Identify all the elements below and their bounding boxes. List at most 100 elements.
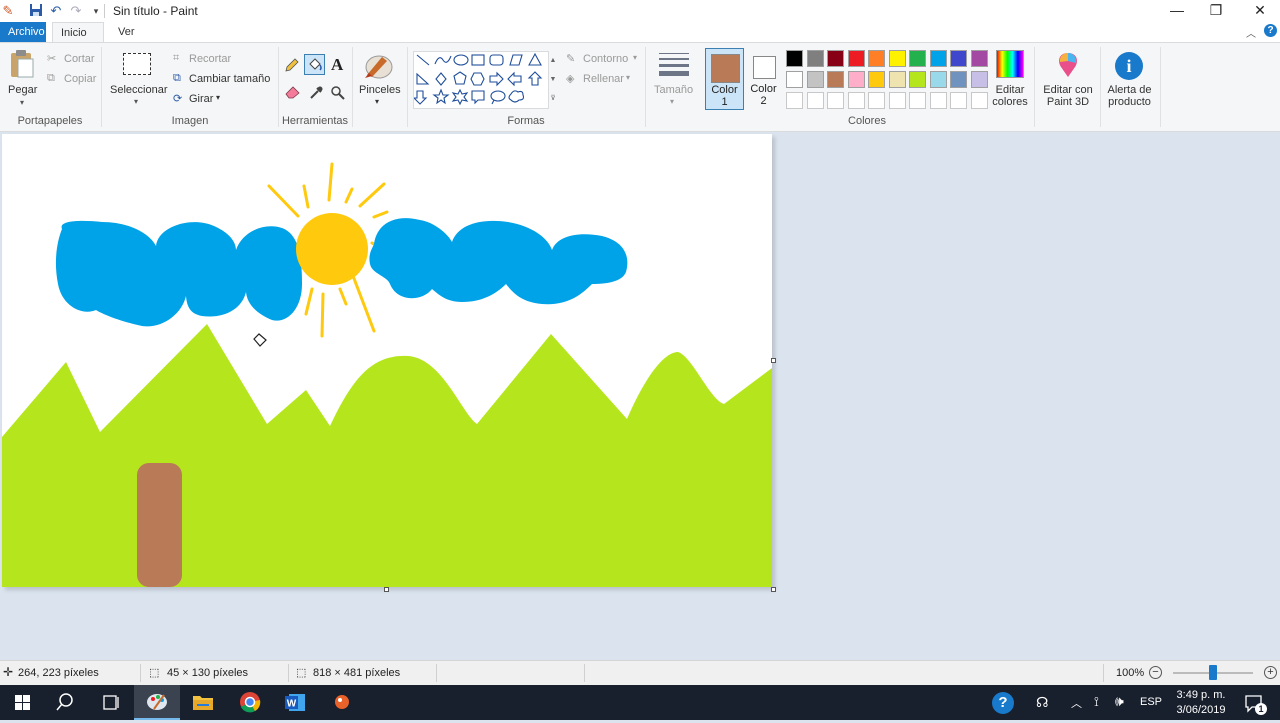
custom-color-slot[interactable] [847,92,865,109]
rotate-icon[interactable]: ⟳ [173,92,182,105]
taskbar-app-icon[interactable] [319,685,365,720]
edit-paint3d-button[interactable]: Editar con Paint 3D [1038,84,1098,108]
brushes-dropdown-icon[interactable]: ▾ [375,97,379,106]
save-icon[interactable] [28,3,44,19]
search-icon[interactable] [42,685,88,720]
palette-color-swatch[interactable] [806,50,824,67]
paste-dropdown-icon[interactable]: ▾ [20,98,24,107]
color1-button[interactable]: Color 1 [705,48,744,110]
rotate-button[interactable]: Girar [189,93,213,105]
brushes-button[interactable]: Pinceles [359,84,401,96]
size-dropdown-icon[interactable]: ▾ [670,97,674,106]
select-dropdown-icon[interactable]: ▾ [134,97,138,106]
outline-icon[interactable]: ✎ [566,52,575,65]
close-button[interactable]: ✕ [1238,0,1280,22]
info-icon[interactable]: i [1115,52,1143,80]
edit-colors-icon[interactable] [996,50,1024,78]
customize-quick-access-icon[interactable]: ▾ [88,3,104,19]
paint3d-icon[interactable] [1055,51,1081,82]
magnifier-icon[interactable] [330,85,345,103]
zoom-slider-thumb[interactable] [1209,665,1217,680]
select-button[interactable]: Seleccionar [110,84,167,96]
palette-color-swatch[interactable] [888,50,906,67]
shapes-scroll[interactable]: ▲ ▼ ⊽ [548,51,558,107]
resize-button[interactable]: Cambiar tamaño [189,73,270,85]
help-tray-icon[interactable]: ? [992,692,1014,714]
people-icon[interactable]: ☊ [1036,694,1048,711]
palette-color-swatch[interactable] [970,50,988,67]
custom-color-slot[interactable] [888,92,906,109]
crop-button[interactable]: Recortar [189,53,231,65]
taskbar-paint-icon[interactable] [134,685,180,720]
custom-color-slot[interactable] [786,92,803,109]
taskbar-explorer-icon[interactable] [180,685,226,720]
color-picker-icon[interactable] [309,85,324,103]
zoom-out-button[interactable]: − [1149,666,1162,679]
redo-icon[interactable]: ↷ [68,3,84,19]
palette-color-swatch[interactable] [970,71,988,88]
minimize-button[interactable]: — [1155,0,1199,22]
palette-color-swatch[interactable] [868,71,885,88]
custom-color-slot[interactable] [909,92,926,109]
fill-tool-icon[interactable] [304,54,325,75]
size-icon[interactable] [659,53,689,76]
taskbar-chrome-icon[interactable] [227,685,273,720]
custom-color-slot[interactable] [827,92,844,109]
resize-handle-bottom[interactable] [384,587,389,592]
tab-inicio[interactable]: Inicio [52,22,104,43]
undo-icon[interactable]: ↶ [48,3,64,19]
clock[interactable]: 3:49 p. m. 3/06/2019 [1170,688,1232,718]
palette-color-swatch[interactable] [827,50,844,67]
start-button[interactable] [0,685,46,720]
palette-color-swatch[interactable] [909,71,926,88]
pencil-icon[interactable] [284,57,300,76]
collapse-ribbon-icon[interactable]: ︿ [1246,25,1256,40]
shapes-gallery[interactable] [412,51,549,109]
paste-icon[interactable] [8,49,38,79]
palette-color-swatch[interactable] [806,71,824,88]
drawing-canvas[interactable] [2,134,772,587]
rotate-dropdown-icon[interactable]: ▾ [216,93,220,102]
palette-color-swatch[interactable] [827,71,844,88]
palette-color-swatch[interactable] [847,50,865,67]
custom-color-slot[interactable] [929,92,947,109]
palette-color-swatch[interactable] [950,71,967,88]
paste-button[interactable]: Pegar [8,84,37,96]
custom-color-slot[interactable] [868,92,885,109]
help-icon[interactable]: ? [1264,24,1277,37]
volume-icon[interactable]: 🕪 [1115,693,1124,710]
palette-color-swatch[interactable] [929,71,947,88]
fill-dropdown-icon[interactable]: ▾ [626,73,630,82]
language-indicator[interactable]: ESP [1140,696,1162,708]
maximize-button[interactable]: ❐ [1194,0,1238,22]
cut-icon[interactable]: ✂ [47,52,56,65]
resize-handle-right[interactable] [771,358,776,363]
color2-button[interactable]: Color 2 [745,48,784,110]
palette-color-swatch[interactable] [909,50,926,67]
fill-button[interactable]: Rellenar [583,73,624,85]
zoom-in-button[interactable]: + [1264,666,1277,679]
custom-color-slot[interactable] [950,92,967,109]
palette-color-swatch[interactable] [786,71,803,88]
palette-color-swatch[interactable] [786,50,803,67]
product-alert-button[interactable]: Alerta de producto [1102,84,1157,108]
palette-color-swatch[interactable] [868,50,885,67]
outline-button[interactable]: Contorno [583,53,628,65]
resize-handle-corner[interactable] [771,587,776,592]
crop-icon[interactable]: ⌗ [173,52,179,65]
brush-icon[interactable] [362,49,394,84]
palette-color-swatch[interactable] [847,71,865,88]
outline-dropdown-icon[interactable]: ▾ [633,53,637,62]
resize-icon[interactable]: ⧉ [173,72,181,85]
tab-ver[interactable]: Ver [110,22,143,42]
custom-color-slot[interactable] [970,92,988,109]
cut-button[interactable]: Cortar [64,53,95,65]
fill-icon[interactable]: ◈ [566,72,574,85]
copy-icon[interactable]: ⧉ [47,72,55,85]
custom-color-slot[interactable] [806,92,824,109]
show-hidden-icons[interactable]: ︿ [1071,695,1082,711]
select-icon[interactable] [123,53,151,75]
eraser-icon[interactable] [285,85,301,102]
tab-archivo[interactable]: Archivo [0,22,46,42]
taskbar-word-icon[interactable]: W [273,685,319,720]
